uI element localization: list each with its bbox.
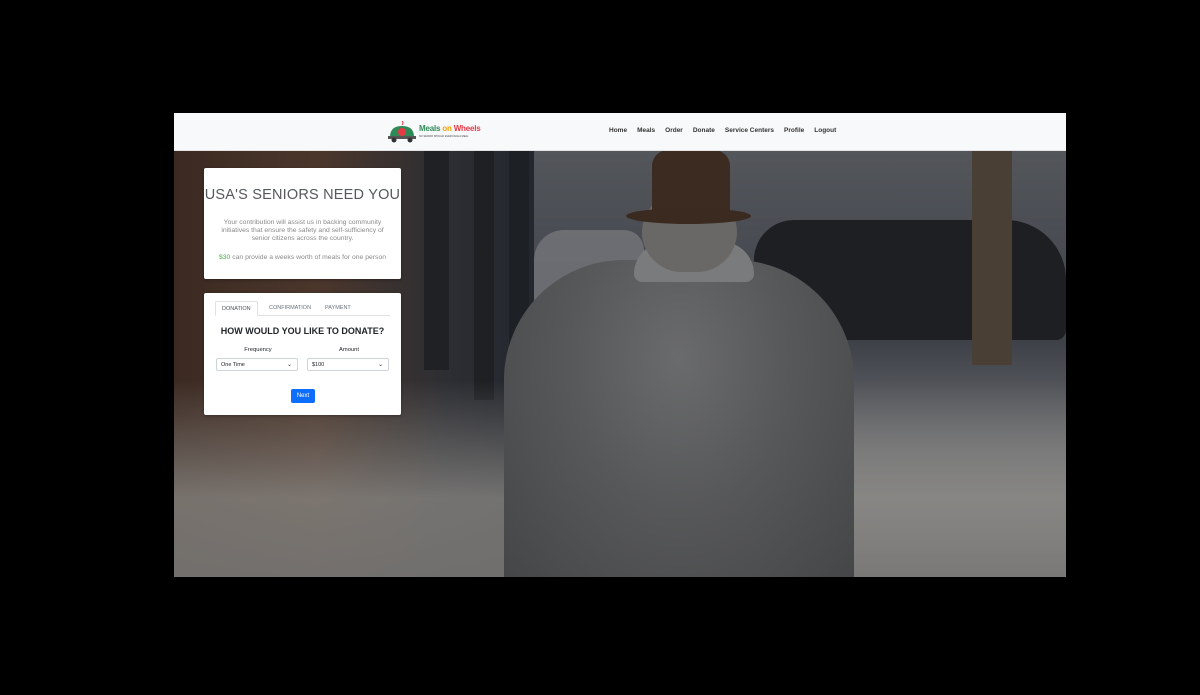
brand-name: Meals on Wheels [419,124,481,133]
donation-impact-amount: $30 [219,253,231,261]
nav-item-profile[interactable]: Profile [784,127,804,134]
frequency-label: Frequency [244,347,272,353]
donation-tabs: DONATION CONFIRMATION PAYMENT [215,301,390,316]
card-title: USA'S SENIORS NEED YOU [204,187,401,203]
browser-viewport: Meals on Wheels NO SENIOR SHOULD EVER FA… [174,113,1066,577]
next-button[interactable]: Next [291,389,315,403]
nav-item-home[interactable]: Home [609,127,627,134]
chevron-down-icon: ⌄ [286,362,292,368]
nav-links: Home Meals Order Donate Service Centers … [609,127,846,134]
nav-item-service-centers[interactable]: Service Centers [725,127,774,134]
chevron-down-icon: ⌄ [377,362,383,368]
brand-tagline: NO SENIOR SHOULD EVER FACE A MEAL [419,135,469,138]
amount-label: Amount [339,347,359,353]
seniors-need-you-card: USA'S SENIORS NEED YOU Your contribution… [204,168,401,279]
donate-heading: HOW WOULD YOU LIKE TO DONATE? [220,326,385,336]
frequency-select[interactable]: One Time ⌄ [216,358,298,371]
tab-confirmation[interactable]: CONFIRMATION [263,301,317,315]
donation-form-card: DONATION CONFIRMATION PAYMENT HOW WOULD … [204,293,401,415]
nav-item-logout[interactable]: Logout [814,127,836,134]
tab-donation[interactable]: DONATION [215,301,258,316]
card-description: Your contribution will assist us in back… [221,219,384,243]
nav-item-order[interactable]: Order [665,127,683,134]
hat [652,150,730,216]
amount-select[interactable]: $100 ⌄ [307,358,389,371]
donation-impact-text: $30 can provide a weeks worth of meals f… [219,253,386,261]
tab-payment[interactable]: PAYMENT [319,301,357,315]
logo[interactable]: Meals on Wheels NO SENIOR SHOULD EVER FA… [386,121,481,143]
navbar: Meals on Wheels NO SENIOR SHOULD EVER FA… [174,113,1066,151]
nav-item-meals[interactable]: Meals [637,127,655,134]
delivery-truck-icon [388,121,416,143]
nav-item-donate[interactable]: Donate [693,127,715,134]
person-coat [504,260,854,577]
